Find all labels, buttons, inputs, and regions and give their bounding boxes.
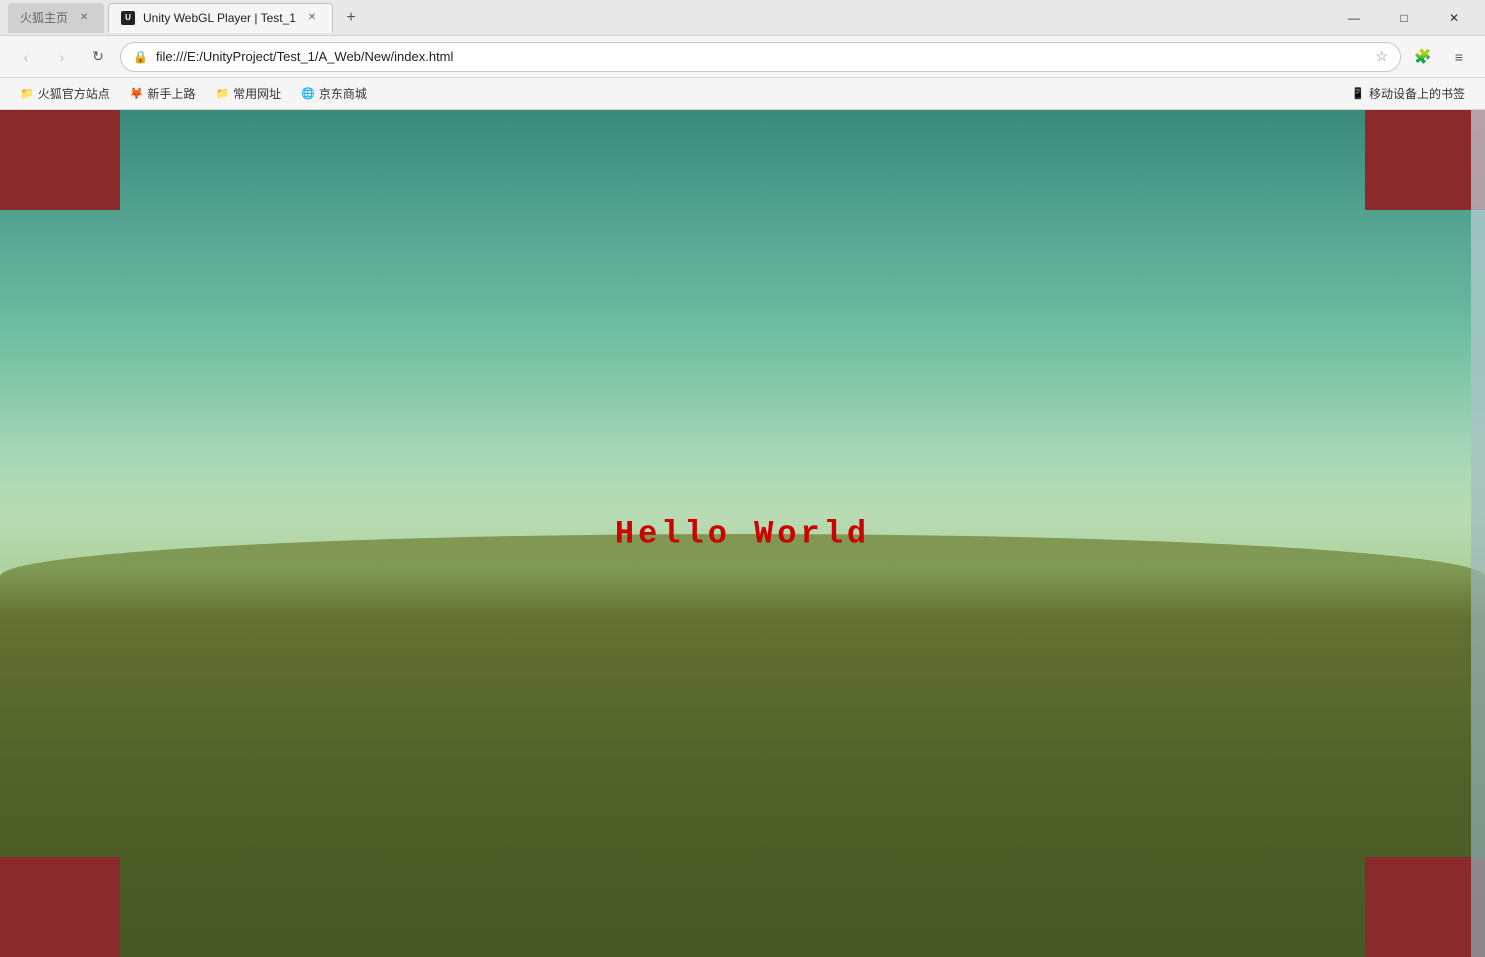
url-security-icon: 🔒	[133, 50, 148, 64]
menu-button[interactable]: ≡	[1445, 43, 1473, 71]
url-text: file:///E:/UnityProject/Test_1/A_Web/New…	[156, 49, 1367, 64]
bookmark-jd[interactable]: 🌐 京东商城	[293, 82, 375, 105]
hello-world-text: Hello World	[615, 515, 870, 552]
refresh-button[interactable]: ↻	[84, 43, 112, 71]
tab-unity-label: Unity WebGL Player | Test_1	[143, 11, 296, 25]
close-button[interactable]: ✕	[1431, 3, 1477, 33]
content-area: Hello World	[0, 110, 1485, 957]
mobile-bookmarks-button[interactable]: 📱 移动设备上的书签	[1343, 82, 1473, 105]
url-bar[interactable]: 🔒 file:///E:/UnityProject/Test_1/A_Web/N…	[120, 42, 1401, 72]
tab-firefox-home[interactable]: 火狐主页 ✕	[8, 3, 104, 33]
tab-unity-webgl[interactable]: U Unity WebGL Player | Test_1 ✕	[108, 3, 333, 33]
tab-firefox-home-label: 火狐主页	[20, 9, 68, 26]
tab-firefox-close-btn[interactable]: ✕	[76, 10, 92, 26]
corner-decoration-tl	[0, 110, 120, 210]
corner-decoration-bl	[0, 857, 120, 957]
address-bar: ‹ › ↻ 🔒 file:///E:/UnityProject/Test_1/A…	[0, 36, 1485, 78]
minimize-button[interactable]: —	[1331, 3, 1377, 33]
maximize-button[interactable]: □	[1381, 3, 1427, 33]
mobile-bookmarks-label: 移动设备上的书签	[1369, 85, 1465, 102]
bookmark-new-user[interactable]: 🦊 新手上路	[122, 82, 204, 105]
tab-unity-close-btn[interactable]: ✕	[304, 10, 320, 26]
window-controls: — □ ✕	[1331, 3, 1477, 33]
corner-decoration-br	[1365, 857, 1485, 957]
bookmark-star-icon[interactable]: ☆	[1375, 48, 1388, 65]
unity-canvas[interactable]: Hello World	[0, 110, 1485, 957]
bookmark-folder-icon-0: 📁	[20, 87, 34, 100]
bookmark-common-sites[interactable]: 📁 常用网址	[207, 82, 289, 105]
new-tab-button[interactable]: +	[337, 4, 365, 32]
title-bar: 火狐主页 ✕ U Unity WebGL Player | Test_1 ✕ +…	[0, 0, 1485, 36]
bookmark-globe-icon: 🌐	[301, 87, 315, 100]
mobile-icon: 📱	[1351, 87, 1365, 100]
bookmarks-right: 📱 移动设备上的书签	[1343, 82, 1473, 105]
right-edge-overlay	[1471, 110, 1485, 957]
bookmarks-bar: 📁 火狐官方站点 🦊 新手上路 📁 常用网址 🌐 京东商城 📱 移动设备上的书签	[0, 78, 1485, 110]
bookmark-firefox-official[interactable]: 📁 火狐官方站点	[12, 82, 118, 105]
corner-decoration-tr	[1365, 110, 1485, 210]
forward-button[interactable]: ›	[48, 43, 76, 71]
bookmark-label-2: 常用网址	[233, 85, 281, 102]
bookmark-fox-icon: 🦊	[130, 87, 144, 100]
bookmark-label-3: 京东商城	[319, 85, 367, 102]
bookmark-label-1: 新手上路	[147, 85, 195, 102]
browser-window: 火狐主页 ✕ U Unity WebGL Player | Test_1 ✕ +…	[0, 0, 1485, 957]
bookmark-label-0: 火狐官方站点	[38, 85, 110, 102]
back-button[interactable]: ‹	[12, 43, 40, 71]
bookmark-folder-icon-2: 📁	[215, 87, 229, 100]
unity-tab-icon: U	[121, 11, 135, 25]
extensions-button[interactable]: 🧩	[1409, 43, 1437, 71]
